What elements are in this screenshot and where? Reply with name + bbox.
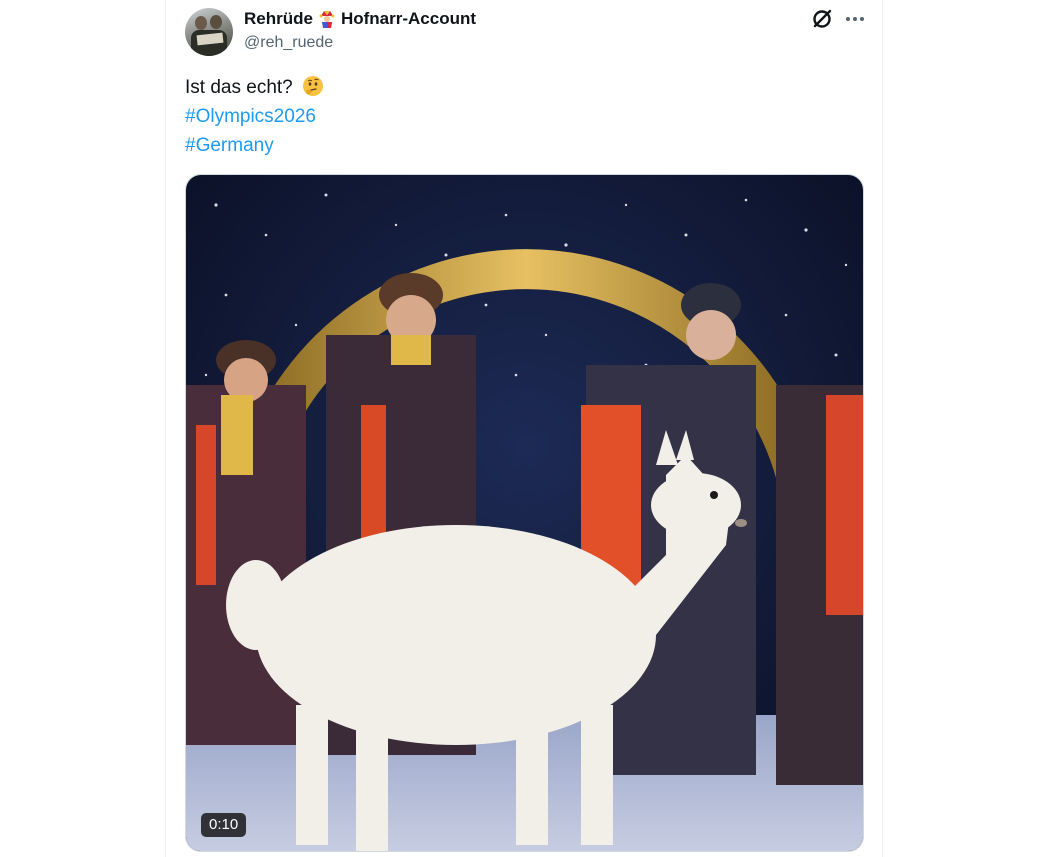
thinking-face-emoji	[303, 76, 324, 96]
hashtag-germany[interactable]: #Germany	[185, 131, 865, 160]
video-duration: 0:10	[201, 813, 247, 837]
grok-icon[interactable]	[809, 6, 835, 32]
video-frame	[186, 175, 863, 851]
author-name-row[interactable]: Rehrüde Hofnarr-Account	[244, 8, 476, 30]
jester-icon	[319, 11, 335, 28]
handle[interactable]: @reh_ruede	[244, 34, 333, 52]
tweet-column: Rehrüde Hofnarr-Account @reh_ruede Ist d…	[165, 0, 883, 857]
video-player[interactable]: 0:10	[185, 174, 864, 852]
account-suffix[interactable]: Hofnarr-Account	[341, 9, 476, 29]
hashtag-olympics2026[interactable]: #Olympics2026	[185, 102, 865, 131]
tweet-body: Ist das echt?	[185, 77, 293, 98]
tweet-text: Ist das echt? #Olympics2026 #Germany	[185, 73, 865, 160]
more-options-icon[interactable]	[842, 6, 868, 32]
avatar[interactable]	[185, 8, 233, 56]
display-name[interactable]: Rehrüde	[244, 9, 313, 29]
